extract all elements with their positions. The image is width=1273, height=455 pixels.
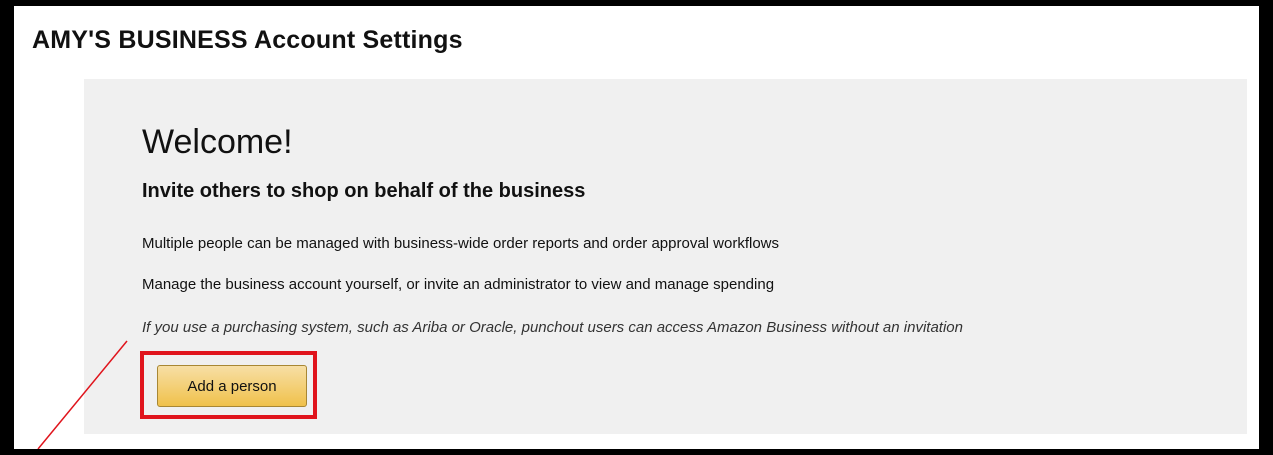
info-line-reports: Multiple people can be managed with busi…	[142, 235, 780, 252]
welcome-panel: Welcome! Invite others to shop on behalf…	[84, 79, 1247, 434]
info-line-administrator: Manage the business account yourself, or…	[142, 276, 775, 293]
info-line-punchout: If you use a purchasing system, such as …	[142, 319, 963, 336]
welcome-heading: Welcome!	[142, 123, 293, 161]
screenshot-frame: AMY'S BUSINESS Account Settings Welcome!…	[0, 0, 1273, 455]
add-person-button[interactable]: Add a person	[157, 365, 307, 407]
page-title: AMY'S BUSINESS Account Settings	[32, 26, 463, 54]
invite-subheading: Invite others to shop on behalf of the b…	[142, 180, 586, 202]
